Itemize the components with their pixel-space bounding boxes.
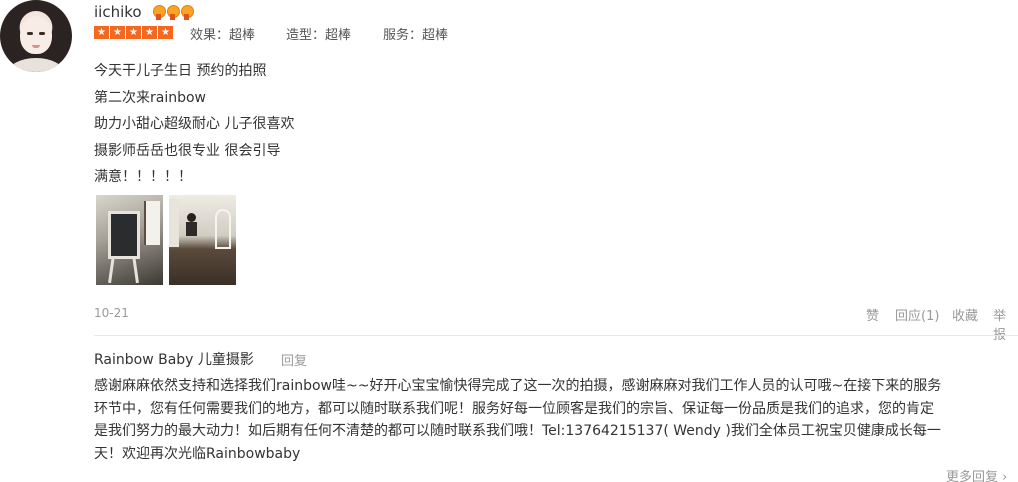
merchant-reply: 感谢麻麻依然支持和选择我们rainbow哇~~好开心宝宝愉快得完成了这一次的拍摄… [94,375,1018,465]
star-icon: ★ [142,26,157,39]
reply-line: 感谢麻麻依然支持和选择我们rainbow哇~~好开心宝宝愉快得完成了这一次的拍摄… [94,378,942,394]
score-service: 服务：超棒 [383,28,449,43]
divider [94,335,1018,336]
star-rating: ★ ★ ★ ★ ★ [94,26,173,39]
medal-icon [180,5,194,20]
medal-icon [166,5,180,20]
favorite-button[interactable]: 收藏 [952,305,978,324]
medal-icon [152,5,166,20]
review-line: 助力小甜心超级耐心 儿子很喜欢 [94,116,295,132]
review-line: 满意！！！！！ [94,169,192,185]
reply-button[interactable]: 回复 [281,350,307,369]
like-button[interactable]: 赞 [866,305,879,324]
merchant-name: Rainbow Baby 儿童摄影 [94,352,254,368]
review-photo-chalkboard[interactable] [96,195,163,285]
star-icon: ★ [94,26,109,39]
username[interactable]: iichiko [94,3,142,21]
review-line: 摄影师岳岳也很专业 很会引导 [94,142,281,159]
report-button[interactable]: 举报 [993,305,1018,343]
reply-line: 是我们努力的最大动力！如后期有任何不清楚的都可以随时联系我们哦！Tel:1376… [94,423,941,439]
avatar[interactable] [0,0,72,72]
reply-count-button[interactable]: 回应(1) [895,305,939,324]
star-icon: ★ [110,26,125,39]
star-icon: ★ [158,26,173,39]
user-medals [152,5,194,20]
star-icon: ★ [126,26,141,39]
reply-line: 天！欢迎再次光临Rainbowbaby [94,445,301,462]
review-date: 10-21 [94,306,129,320]
score-effect: 效果：超棒 [190,28,256,43]
score-styling: 造型：超棒 [286,28,352,43]
reply-line: 环节中，您有任何需要我们的地方，都可以随时联系我们呢！服务好每一位顾客是我们的宗… [94,400,934,417]
review-photo-child[interactable] [169,195,236,285]
more-replies-link[interactable]: 更多回复 › [946,466,1007,482]
review-line: 第二次来rainbow [94,89,206,106]
review-content: 今天干儿子生日 预约的拍照 第二次来rainbow 助力小甜心超级耐心 儿子很喜… [94,58,294,191]
review-line: 今天干儿子生日 预约的拍照 [94,63,267,79]
